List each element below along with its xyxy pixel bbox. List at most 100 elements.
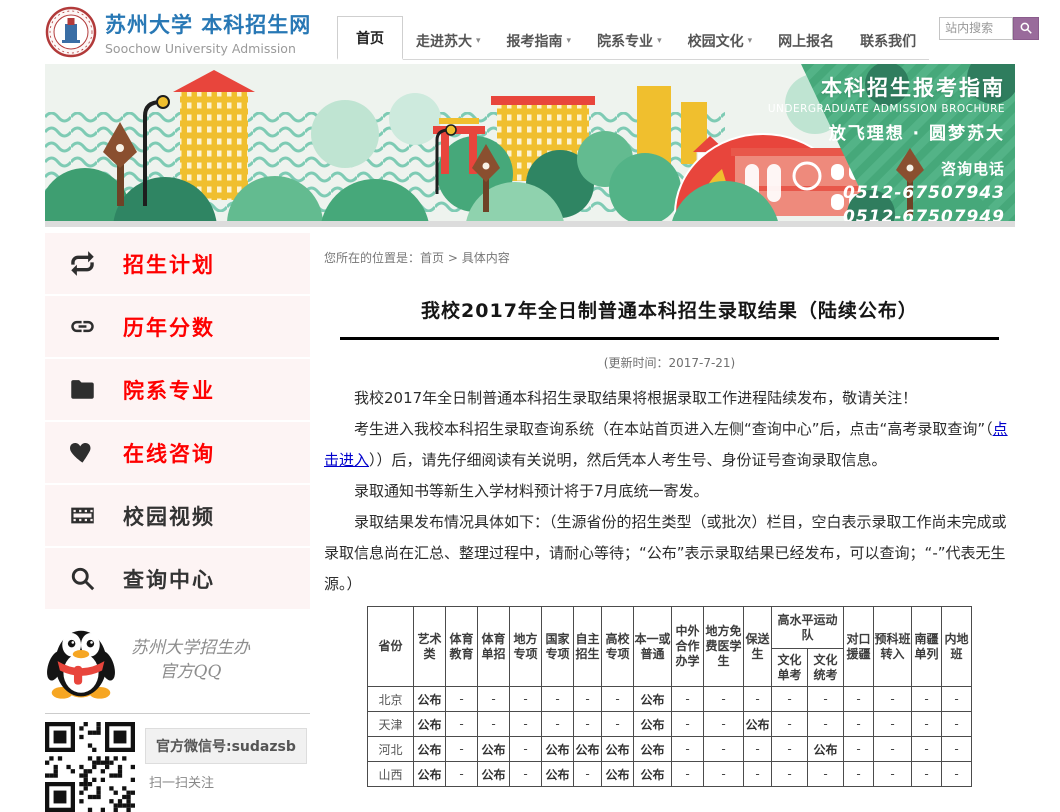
result-cell: - bbox=[445, 762, 477, 787]
result-cell: - bbox=[541, 712, 573, 737]
logo-title: 苏州大学 本科招生网 bbox=[105, 9, 311, 39]
result-cell: - bbox=[601, 712, 633, 737]
logo-subtitle: Soochow University Admission bbox=[105, 41, 311, 56]
film-icon bbox=[67, 502, 97, 529]
table-row: 山西公布-公布-公布-公布公布--------- bbox=[367, 762, 971, 787]
nav-item-label: 走进苏大 bbox=[416, 31, 472, 51]
result-cell: - bbox=[671, 712, 703, 737]
result-cell: - bbox=[844, 687, 874, 712]
sidebar-item-enrollment-plan[interactable]: 招生计划 bbox=[45, 233, 310, 294]
sidebar-item-campus-videos[interactable]: 校园视频 bbox=[45, 485, 310, 546]
result-cell: - bbox=[703, 687, 743, 712]
admission-result-table: 省份艺术类体育教育体育单招地方专项国家专项自主招生高校专项本一或普通中外合作办学… bbox=[367, 606, 972, 787]
link-icon bbox=[67, 313, 97, 340]
sidebar-item-departments[interactable]: 院系专业 bbox=[45, 359, 310, 420]
result-cell: - bbox=[445, 687, 477, 712]
col-header: 本一或普通 bbox=[633, 607, 671, 687]
qq-caption: 苏州大学招生办 官方QQ bbox=[131, 636, 250, 684]
nav-item-label: 校园文化 bbox=[688, 31, 744, 51]
paragraph-3: 录取通知书等新生入学材料预计将于7月底统一寄发。 bbox=[324, 476, 1015, 507]
result-cell: - bbox=[573, 762, 601, 787]
site-header: 苏州大学 本科招生网 Soochow University Admission … bbox=[45, 0, 1015, 64]
province-cell: 北京 bbox=[367, 687, 413, 712]
sidebar-item-query-center[interactable]: 查询中心 bbox=[45, 548, 310, 609]
nav-item-contact-us[interactable]: 联系我们 bbox=[847, 23, 929, 59]
heart-icon bbox=[67, 439, 97, 466]
result-cell: 公布 bbox=[541, 762, 573, 787]
update-time: (更新时间：2017-7-21) bbox=[324, 354, 1015, 371]
result-cell: - bbox=[743, 687, 771, 712]
search-input[interactable] bbox=[939, 17, 1013, 40]
breadcrumb-home-link[interactable]: 首页 bbox=[420, 251, 444, 265]
paragraph-2: 考生进入我校本科招生录取查询系统（在本站首页进入左侧“查询中心”后，点击“高考录… bbox=[324, 414, 1015, 476]
col-header: 内地班 bbox=[942, 607, 972, 687]
repeat-icon bbox=[67, 250, 97, 277]
result-cell: - bbox=[573, 687, 601, 712]
result-cell: - bbox=[912, 687, 942, 712]
result-cell: - bbox=[771, 687, 807, 712]
nav-item-label: 网上报名 bbox=[778, 31, 834, 51]
breadcrumb-prefix: 您所在的位置是： bbox=[324, 251, 420, 265]
result-cell: - bbox=[671, 762, 703, 787]
sidebar-item-label: 历年分数 bbox=[123, 312, 215, 342]
sidebar-item-label: 校园视频 bbox=[123, 501, 215, 531]
col-header: 体育教育 bbox=[445, 607, 477, 687]
result-cell: - bbox=[807, 687, 843, 712]
sidebar-item-online-consult[interactable]: 在线咨询 bbox=[45, 422, 310, 483]
result-cell: - bbox=[601, 687, 633, 712]
result-cell: - bbox=[942, 762, 972, 787]
university-seal-icon bbox=[45, 6, 97, 58]
col-header: 自主招生 bbox=[573, 607, 601, 687]
result-cell: - bbox=[942, 687, 972, 712]
nav-item-online-apply[interactable]: 网上报名 bbox=[765, 23, 847, 59]
nav-item-campus-culture[interactable]: 校园文化▾ bbox=[675, 23, 766, 59]
site-search bbox=[939, 17, 1039, 40]
result-cell: 公布 bbox=[413, 762, 445, 787]
result-cell: - bbox=[703, 712, 743, 737]
result-cell: - bbox=[874, 712, 912, 737]
result-cell: - bbox=[771, 762, 807, 787]
result-cell: - bbox=[844, 712, 874, 737]
site-logo[interactable]: 苏州大学 本科招生网 Soochow University Admission bbox=[45, 6, 337, 58]
sidebar-menu: 招生计划历年分数院系专业在线咨询校园视频查询中心 bbox=[45, 233, 310, 609]
nav-item-about-suda[interactable]: 走进苏大 ▾ bbox=[403, 23, 494, 59]
result-cell: - bbox=[844, 762, 874, 787]
result-cell: - bbox=[541, 687, 573, 712]
result-cell: - bbox=[743, 762, 771, 787]
result-cell: 公布 bbox=[743, 712, 771, 737]
banner[interactable]: 本科招生报考指南 UNDERGRADUATE ADMISSION BROCHUR… bbox=[45, 64, 1015, 221]
search-button[interactable] bbox=[1013, 17, 1039, 40]
sidebar-divider bbox=[45, 713, 310, 714]
result-cell: - bbox=[874, 762, 912, 787]
col-header: 艺术类 bbox=[413, 607, 445, 687]
result-cell: - bbox=[509, 712, 541, 737]
sidebar-item-past-scores[interactable]: 历年分数 bbox=[45, 296, 310, 357]
wechat-text: 官方微信号:sudazsb 扫一扫关注 bbox=[145, 728, 307, 791]
table-row: 北京公布------公布--------- bbox=[367, 687, 971, 712]
table-row: 天津公布------公布--公布------ bbox=[367, 712, 971, 737]
nav-item-apply-guide[interactable]: 报考指南▾ bbox=[494, 23, 585, 59]
result-cell: - bbox=[912, 712, 942, 737]
col-subheader: 文化单考 bbox=[771, 649, 807, 687]
col-header: 体育单招 bbox=[477, 607, 509, 687]
col-header: 南疆单列 bbox=[912, 607, 942, 687]
paragraph-4: 录取结果发布情况具体如下：（生源省份的招生类型（或批次）栏目，空白表示录取工作尚… bbox=[324, 507, 1015, 600]
breadcrumb-current[interactable]: 具体内容 bbox=[462, 251, 510, 265]
result-cell: - bbox=[477, 687, 509, 712]
result-cell: 公布 bbox=[477, 762, 509, 787]
nav-item-departments[interactable]: 院系专业▾ bbox=[584, 23, 675, 59]
nav-item-home[interactable]: 首页 bbox=[337, 16, 403, 60]
article-body: 我校2017年全日制普通本科招生录取结果将根据录取工作进程陆续发布，敬请关注！ … bbox=[324, 383, 1015, 600]
province-cell: 山西 bbox=[367, 762, 413, 787]
chevron-down-icon: ▾ bbox=[476, 36, 481, 46]
result-cell: - bbox=[509, 762, 541, 787]
banner-subtitle-en: UNDERGRADUATE ADMISSION BROCHURE bbox=[768, 103, 1005, 115]
qq-box[interactable]: 苏州大学招生办 官方QQ bbox=[45, 619, 310, 709]
col-header: 预科班转入 bbox=[874, 607, 912, 687]
result-cell: - bbox=[703, 762, 743, 787]
main-content: 您所在的位置是：首页 > 具体内容 我校2017年全日制普通本科招生录取结果（陆… bbox=[310, 233, 1015, 812]
paragraph-2-after: ））后，请先仔细阅读有关说明，然后凭本人考生号、身份证号查询录取信息。 bbox=[369, 451, 887, 469]
result-cell: 公布 bbox=[413, 687, 445, 712]
banner-shadow bbox=[45, 221, 1015, 227]
nav-item-label: 院系专业 bbox=[597, 31, 653, 51]
